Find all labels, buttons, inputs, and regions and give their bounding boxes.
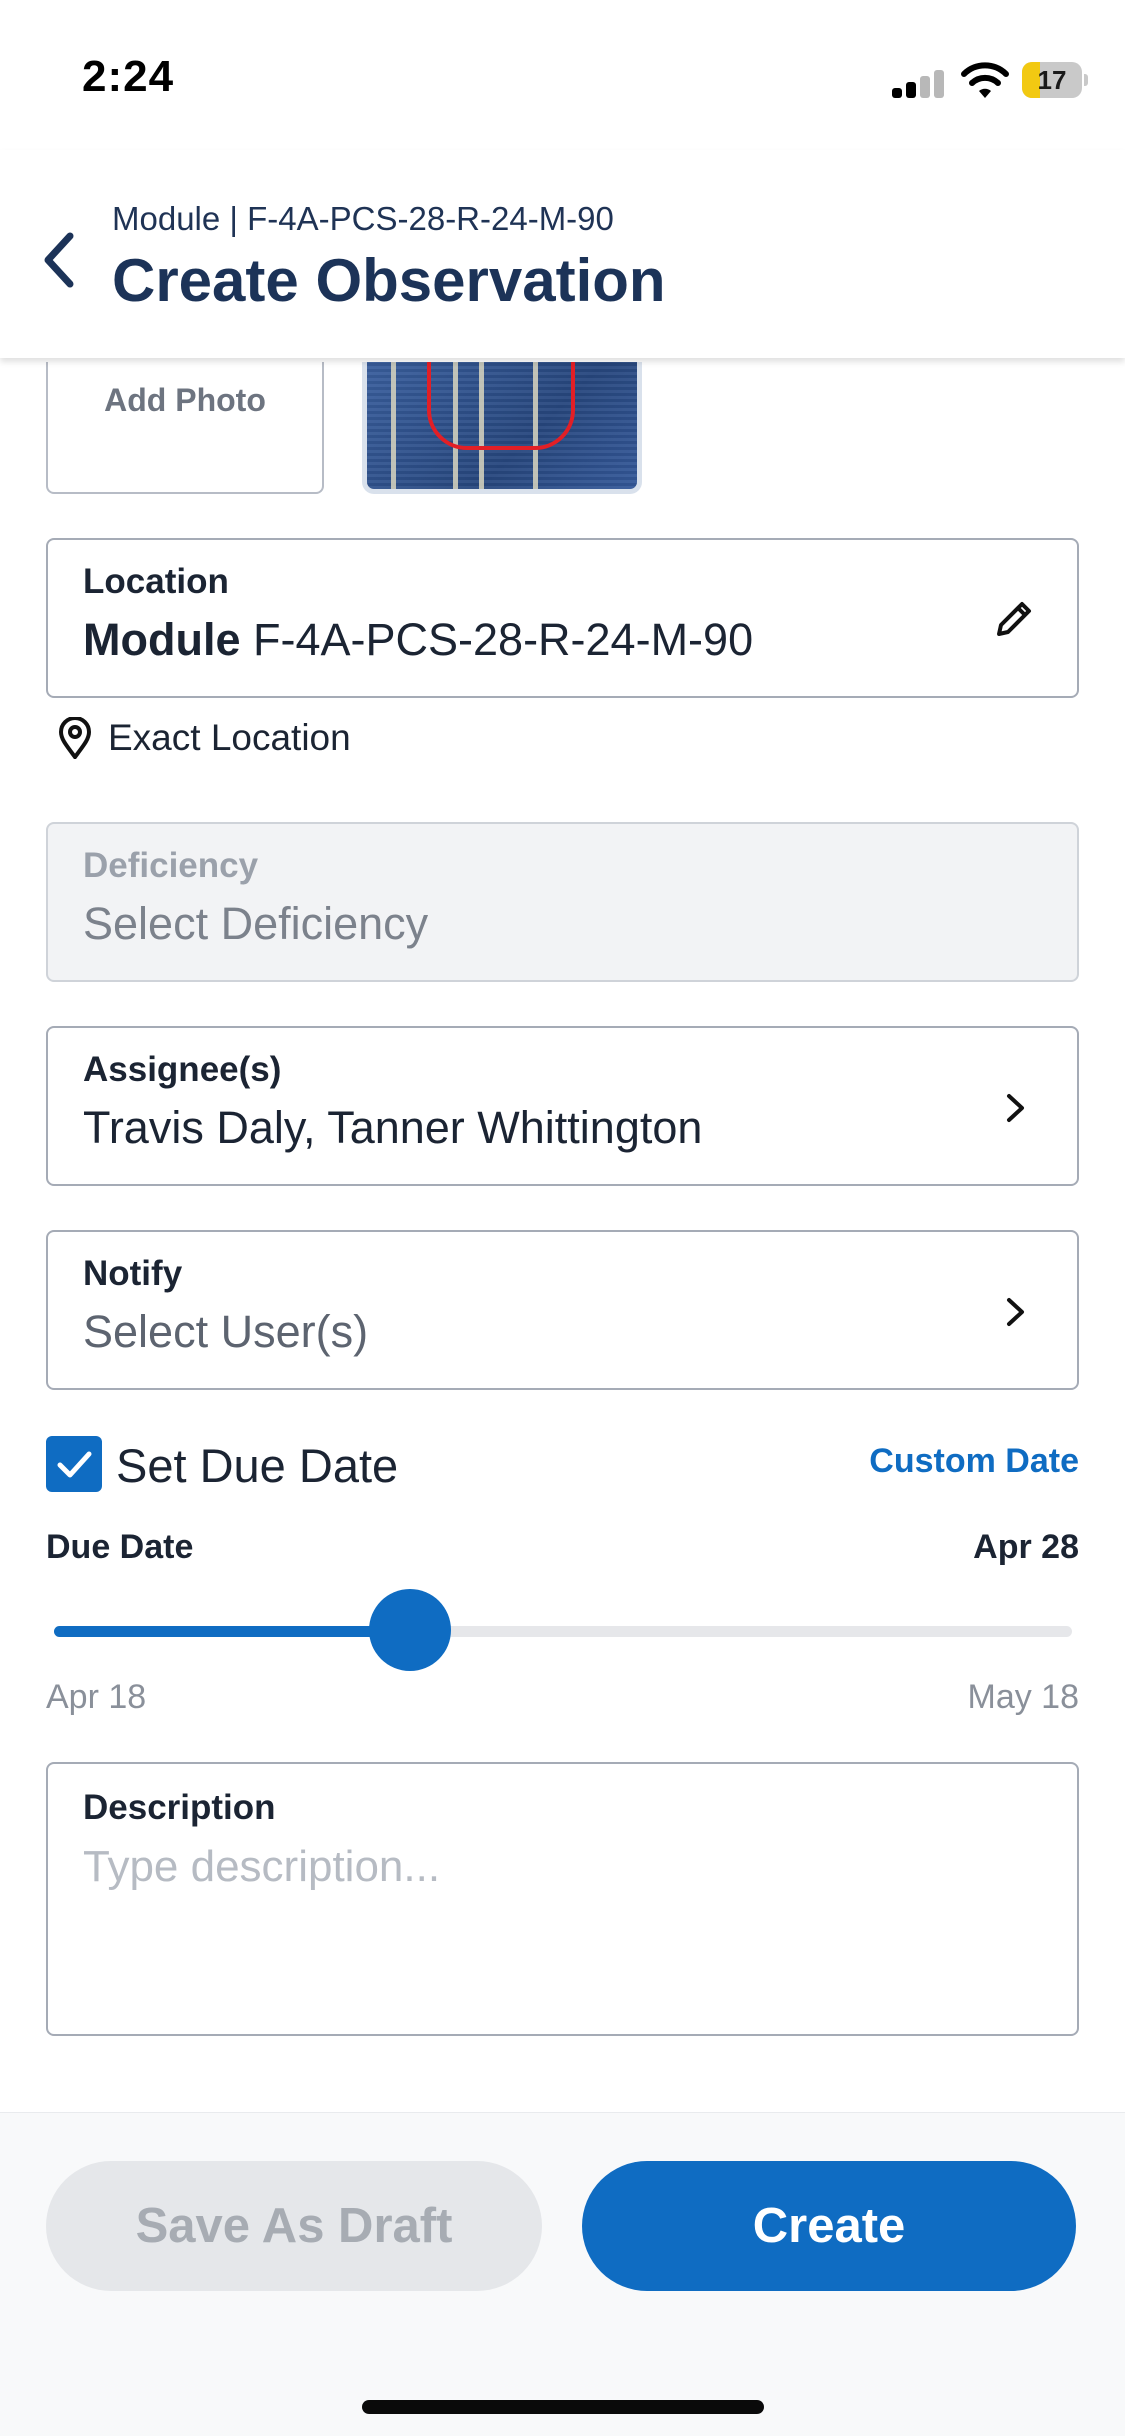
- battery-level: 17: [1037, 65, 1067, 95]
- checkmark-icon: [57, 1451, 92, 1478]
- location-label: Location: [83, 562, 229, 601]
- back-button[interactable]: [36, 220, 88, 300]
- home-indicator: [362, 2400, 764, 2414]
- exact-location-link[interactable]: Exact Location: [58, 712, 351, 764]
- due-date-toggle-row: Set Due Date Custom Date: [46, 1436, 1079, 1496]
- page-subtitle: Module | F-4A-PCS-28-R-24-M-90: [112, 200, 614, 237]
- set-due-date-checkbox[interactable]: [46, 1436, 102, 1492]
- assignees-value: Travis Daly, Tanner Whittington: [83, 1102, 703, 1153]
- location-value: Module F-4A-PCS-28-R-24-M-90: [83, 614, 753, 666]
- due-date-slider-track[interactable]: [54, 1626, 1072, 1637]
- location-field[interactable]: Location Module F-4A-PCS-28-R-24-M-90: [46, 538, 1079, 698]
- due-date-value: Apr 28: [973, 1528, 1079, 1566]
- set-due-date-label[interactable]: Set Due Date: [116, 1438, 398, 1493]
- pencil-icon[interactable]: [991, 596, 1037, 642]
- notify-label: Notify: [83, 1254, 183, 1293]
- cellular-signal-icon: [892, 70, 946, 98]
- notify-field[interactable]: Notify Select User(s): [46, 1230, 1079, 1390]
- custom-date-link[interactable]: Custom Date: [869, 1442, 1079, 1481]
- due-date-slider-fill: [54, 1626, 411, 1637]
- bottom-action-bar: Save As Draft Create: [0, 2112, 1125, 2436]
- deficiency-placeholder: Select Deficiency: [83, 898, 429, 949]
- location-pin-icon: [58, 717, 92, 759]
- location-value-prefix: Module: [83, 614, 241, 665]
- chevron-right-icon: [1007, 1298, 1024, 1326]
- description-field[interactable]: Description Type description...: [46, 1762, 1079, 2036]
- slider-min-label: Apr 18: [46, 1678, 147, 1716]
- due-date-slider-thumb[interactable]: [369, 1589, 452, 1671]
- due-date-label: Due Date: [46, 1528, 194, 1566]
- deficiency-field[interactable]: Deficiency Select Deficiency: [46, 822, 1079, 982]
- chevron-right-icon: [1007, 1094, 1024, 1122]
- status-time: 2:24: [82, 52, 175, 101]
- wifi-icon: [961, 62, 1009, 98]
- add-photo-button[interactable]: Add Photo: [46, 362, 324, 494]
- deficiency-label: Deficiency: [83, 846, 259, 885]
- exact-location-label: Exact Location: [108, 717, 351, 758]
- slider-max-label: May 18: [967, 1678, 1080, 1716]
- status-bar: 2:24 17: [0, 0, 1125, 150]
- navigation-header: Module | F-4A-PCS-28-R-24-M-90 Create Ob…: [0, 150, 1125, 358]
- create-button[interactable]: Create: [582, 2161, 1076, 2291]
- photo-thumbnail[interactable]: [362, 362, 642, 494]
- description-placeholder: Type description...: [83, 1842, 441, 1891]
- assignees-label: Assignee(s): [83, 1050, 282, 1089]
- page-title: Create Observation: [112, 247, 666, 314]
- save-as-draft-button[interactable]: Save As Draft: [46, 2161, 542, 2291]
- assignees-field[interactable]: Assignee(s) Travis Daly, Tanner Whitting…: [46, 1026, 1079, 1186]
- location-value-text: F-4A-PCS-28-R-24-M-90: [253, 614, 754, 665]
- battery-icon: 17: [1022, 62, 1088, 98]
- notify-placeholder: Select User(s): [83, 1306, 369, 1357]
- description-label: Description: [83, 1788, 276, 1827]
- annotation-circle: [427, 362, 575, 450]
